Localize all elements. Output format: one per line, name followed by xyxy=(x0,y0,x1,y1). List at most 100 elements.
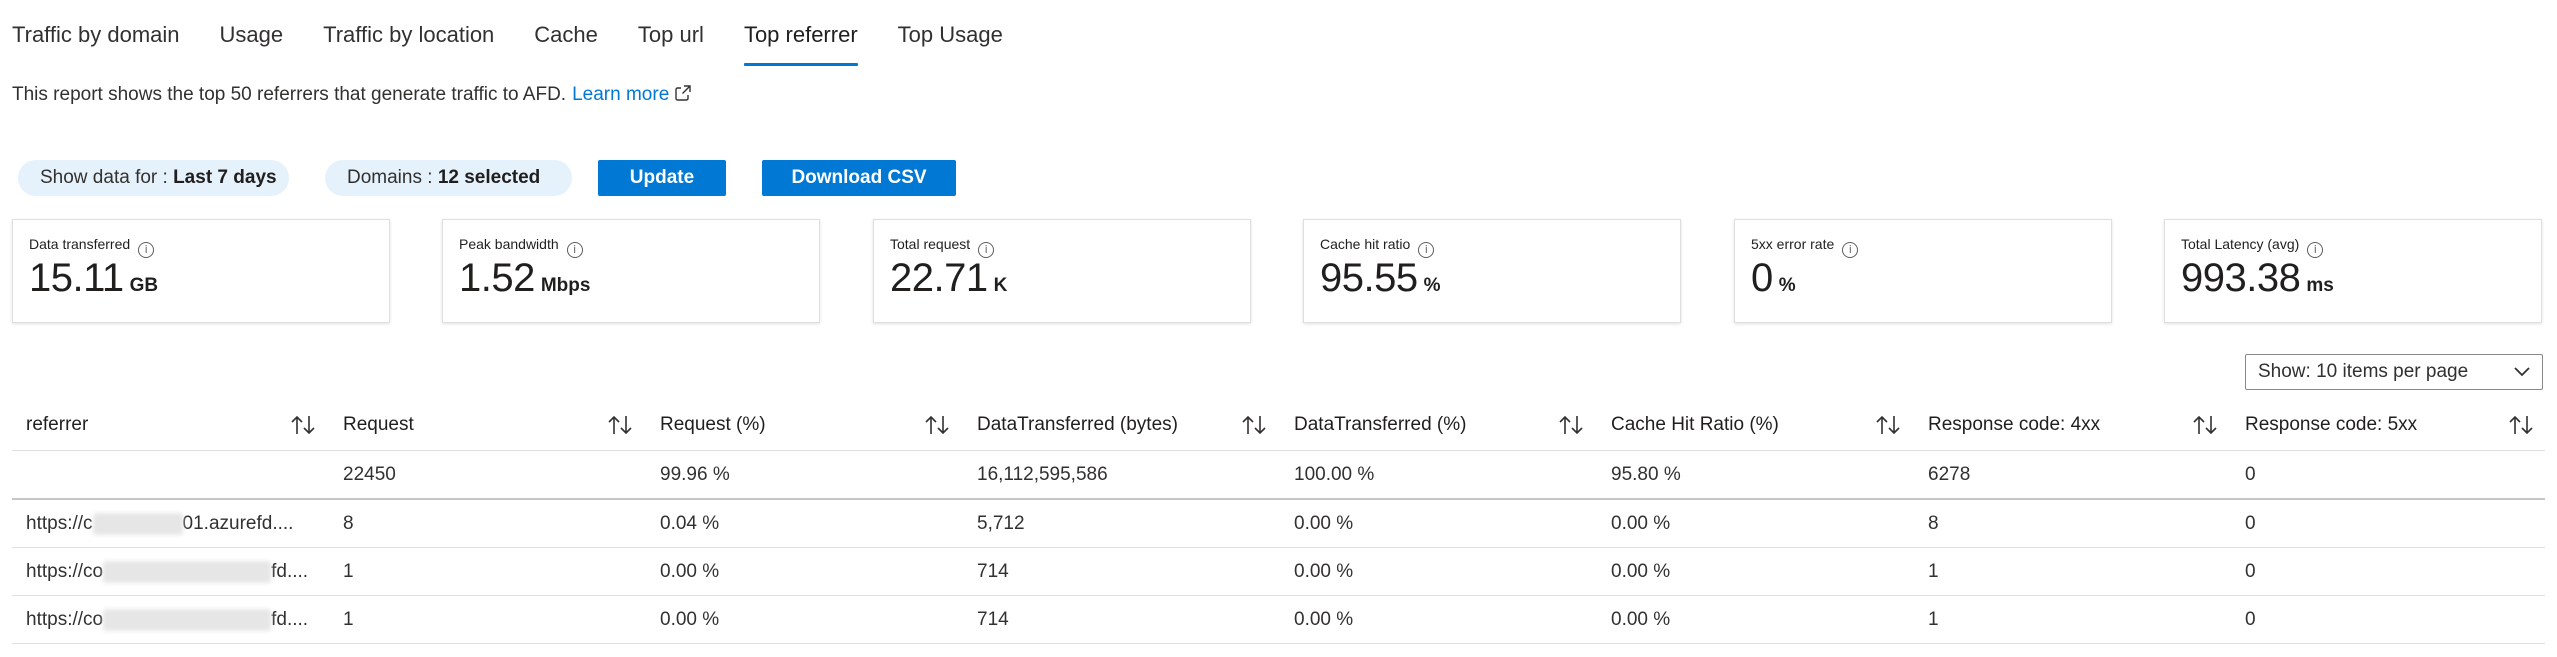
learn-more-link[interactable]: Learn more xyxy=(572,84,669,105)
tab-traffic-by-domain[interactable]: Traffic by domain xyxy=(12,22,180,66)
column-header-datatransferred-percent[interactable]: DataTransferred (%) xyxy=(1294,400,1466,450)
metric-card-total-request: Total request i 22.71 K xyxy=(873,219,1251,323)
table-cell: 0 xyxy=(2245,560,2256,582)
column-header-request[interactable]: Request xyxy=(343,400,414,450)
sort-arrows-icon[interactable] xyxy=(924,414,950,436)
column-header-response-5xx[interactable]: Response code: 5xx xyxy=(2245,400,2417,450)
referrer-text-end: fd.... xyxy=(271,560,309,582)
domains-value: 12 selected xyxy=(437,167,541,188)
total-cell: 100.00 % xyxy=(1294,463,1375,485)
table-cell: 1 xyxy=(1928,560,1939,582)
sort-arrows-icon[interactable] xyxy=(2508,414,2534,436)
total-cell: 16,112,595,586 xyxy=(977,463,1108,485)
column-header-request-percent[interactable]: Request (%) xyxy=(660,400,766,450)
table-row[interactable]: https://co fd.... 1 0.00 % 714 0.00 % 0.0… xyxy=(12,596,2545,644)
domains-filter[interactable]: Domains : 12 selected xyxy=(325,160,572,196)
table-cell: 0 xyxy=(2245,512,2256,534)
metric-value: 0 xyxy=(1751,256,1773,300)
referrer-text-end: 01.azurefd.... xyxy=(182,512,294,534)
table-cell: 0.00 % xyxy=(1611,512,1671,534)
tab-cache[interactable]: Cache xyxy=(534,22,598,66)
sort-arrows-icon[interactable] xyxy=(607,414,633,436)
table-cell: 8 xyxy=(343,512,354,534)
total-cell: 6278 xyxy=(1928,463,1971,485)
date-range-prefix: Show data for : xyxy=(40,167,174,188)
sort-arrows-icon[interactable] xyxy=(290,414,316,436)
metric-card-peak-bandwidth: Peak bandwidth i 1.52 Mbps xyxy=(442,219,820,323)
metric-card-total-latency: Total Latency (avg) i 993.38 ms xyxy=(2164,219,2542,323)
column-header-referrer[interactable]: referrer xyxy=(26,400,88,450)
total-cell: 22450 xyxy=(343,463,396,485)
metric-value: 993.38 xyxy=(2181,256,2301,300)
metric-value: 22.71 xyxy=(890,256,988,300)
metric-label: Total Latency (avg) xyxy=(2181,236,2300,252)
tab-top-referrer[interactable]: Top referrer xyxy=(743,22,858,66)
metric-card-data-transferred: Data transferred i 15.11 GB xyxy=(12,219,390,323)
table-cell: 0.00 % xyxy=(1294,512,1354,534)
table-row[interactable]: https://co fd.... 1 0.00 % 714 0.00 % 0.0… xyxy=(12,548,2545,596)
tab-traffic-by-location[interactable]: Traffic by location xyxy=(323,22,494,66)
date-range-value: Last 7 days xyxy=(173,167,277,188)
redacted-block xyxy=(92,512,183,535)
metric-label: Peak bandwidth xyxy=(459,236,559,252)
table-row[interactable]: https://c 01.azurefd.... 8 0.04 % 5,712 0… xyxy=(12,500,2545,548)
table-cell: 1 xyxy=(1928,608,1939,630)
table-cell: 0.00 % xyxy=(660,560,720,582)
table-cell: 0.04 % xyxy=(660,512,720,534)
table-cell: 0.00 % xyxy=(660,608,720,630)
column-header-response-4xx[interactable]: Response code: 4xx xyxy=(1928,400,2100,450)
metric-card-5xx-error-rate: 5xx error rate i 0% xyxy=(1734,219,2112,323)
table-cell: 5,712 xyxy=(977,512,1025,534)
update-button[interactable]: Update xyxy=(598,160,726,196)
report-tabs: Traffic by domain Usage Traffic by locat… xyxy=(12,22,1043,66)
referrer-text-start: https://c xyxy=(26,512,93,534)
referrer-cell[interactable]: https://c 01.azurefd.... xyxy=(26,500,293,547)
table-cell: 0.00 % xyxy=(1611,560,1671,582)
metric-unit: K xyxy=(993,275,1008,296)
sort-arrows-icon[interactable] xyxy=(1875,414,1901,436)
download-csv-button[interactable]: Download CSV xyxy=(762,160,956,196)
sort-arrows-icon[interactable] xyxy=(2192,414,2218,436)
metric-unit: Mbps xyxy=(540,275,591,296)
tab-usage[interactable]: Usage xyxy=(220,22,284,66)
table-cell: 1 xyxy=(343,560,354,582)
date-range-filter[interactable]: Show data for : Last 7 days xyxy=(18,160,289,196)
redacted-block xyxy=(103,560,272,583)
metric-value: 15.11 xyxy=(29,256,124,300)
referrer-text-end: fd.... xyxy=(271,608,309,630)
table-cell: 0.00 % xyxy=(1294,560,1354,582)
metric-unit: ms xyxy=(2306,275,2334,296)
table-cell: 714 xyxy=(977,608,1009,630)
metric-unit: GB xyxy=(129,275,159,296)
domains-prefix: Domains : xyxy=(347,167,438,188)
info-icon[interactable]: i xyxy=(1842,242,1859,258)
page-size-label: Show: 10 items per page xyxy=(2258,361,2469,382)
table-cell: 714 xyxy=(977,560,1009,582)
chevron-down-icon xyxy=(2514,367,2530,377)
total-cell: 99.96 % xyxy=(660,463,730,485)
table-total-row: 22450 99.96 % 16,112,595,586 100.00 % 95… xyxy=(12,451,2545,500)
tab-top-usage[interactable]: Top Usage xyxy=(898,22,1003,66)
metric-label: Total request xyxy=(890,236,971,252)
metric-unit: % xyxy=(1423,275,1441,296)
table-cell: 8 xyxy=(1928,512,1939,534)
redacted-block xyxy=(103,608,272,631)
sort-arrows-icon[interactable] xyxy=(1241,414,1267,436)
sort-arrows-icon[interactable] xyxy=(1558,414,1584,436)
metric-value: 95.55 xyxy=(1320,256,1418,300)
report-description: This report shows the top 50 referrers t… xyxy=(12,84,691,106)
total-cell: 95.80 % xyxy=(1611,463,1681,485)
description-text: This report shows the top 50 referrers t… xyxy=(12,84,567,105)
page-size-select[interactable]: Show: 10 items per page xyxy=(2245,354,2543,390)
referrer-table: referrer Request Request (%) DataTransfe… xyxy=(12,400,2545,644)
tab-top-url[interactable]: Top url xyxy=(638,22,704,66)
external-link-icon[interactable] xyxy=(675,85,691,101)
metric-label: 5xx error rate xyxy=(1751,236,1835,252)
metric-value: 1.52 xyxy=(459,256,535,300)
table-header-row: referrer Request Request (%) DataTransfe… xyxy=(12,400,2545,451)
column-header-cache-hit-ratio[interactable]: Cache Hit Ratio (%) xyxy=(1611,400,1779,450)
referrer-cell[interactable]: https://co fd.... xyxy=(26,548,308,595)
column-header-datatransferred-bytes[interactable]: DataTransferred (bytes) xyxy=(977,400,1178,450)
metric-card-cache-hit-ratio: Cache hit ratio i 95.55% xyxy=(1303,219,1681,323)
referrer-cell[interactable]: https://co fd.... xyxy=(26,596,308,643)
